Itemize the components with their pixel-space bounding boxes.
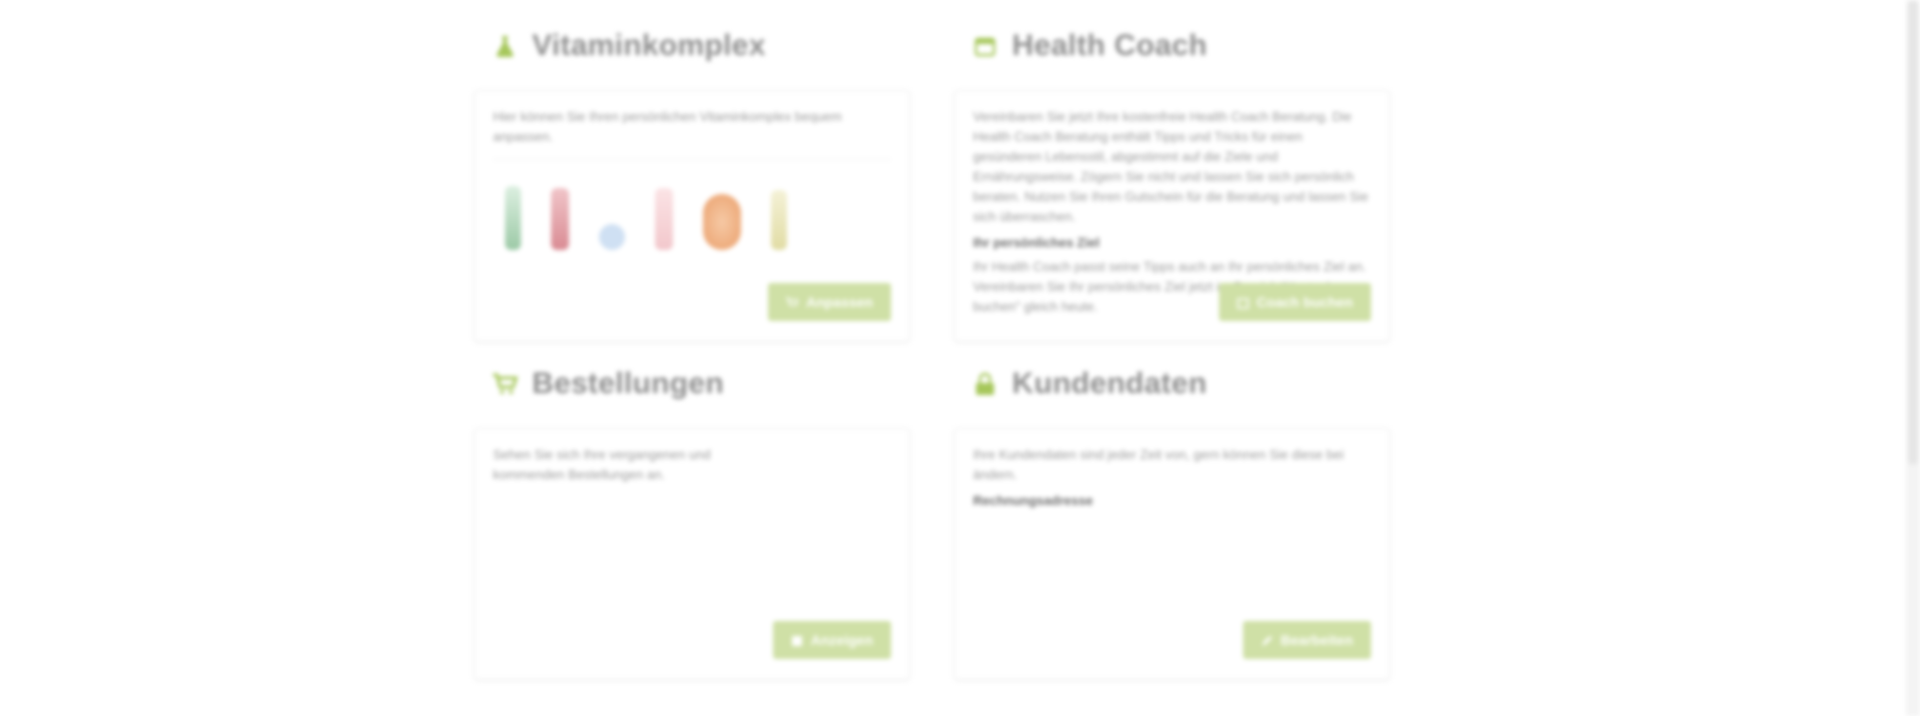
card: Hier können Sie Ihren persönlichen Vitam… — [474, 90, 910, 342]
button-label: Anpassen — [806, 294, 873, 310]
button-label: Coach buchen — [1256, 294, 1353, 310]
cart-icon — [786, 296, 800, 308]
scrollbar-thumb[interactable] — [1908, 0, 1918, 465]
page-content: Vitaminkomplex Hier können Sie Ihren per… — [0, 0, 1920, 716]
section-vitaminkomplex: Vitaminkomplex Hier können Sie Ihren per… — [474, 24, 910, 342]
coach-buchen-button[interactable]: Coach buchen — [1218, 283, 1371, 321]
card: Vereinbaren Sie jetzt Ihre kostenfreie H… — [954, 90, 1390, 342]
button-label: Bearbeiten — [1280, 632, 1353, 648]
product-capsules-blue — [599, 224, 625, 250]
card-description: Ihre Kundendaten sind jeder Zeit von, ge… — [973, 447, 1344, 482]
product-pill-orange — [703, 194, 741, 250]
card: Sehen Sie sich Ihre vergangenen und komm… — [474, 428, 910, 680]
product-bottle-yellow — [771, 190, 787, 250]
card: Ihre Kundendaten sind jeder Zeit von, ge… — [954, 428, 1390, 680]
section-header: Vitaminkomplex — [474, 24, 910, 68]
anzeigen-button[interactable]: Anzeigen — [772, 621, 891, 659]
section-header: Bestellungen — [474, 362, 910, 406]
calendar-icon — [972, 33, 998, 59]
section-title: Bestellungen — [532, 367, 724, 400]
calendar-small-icon — [1236, 296, 1249, 309]
flask-icon — [492, 33, 518, 59]
card-description: Hier können Sie Ihren persönlichen Vitam… — [493, 109, 842, 144]
section-header: Health Coach — [954, 24, 1390, 68]
pencil-icon — [1261, 634, 1273, 646]
lock-icon — [972, 371, 998, 397]
section-bestellungen: Bestellungen Sehen Sie sich Ihre vergang… — [474, 362, 910, 680]
card-description: Sehen Sie sich Ihre vergangenen und komm… — [493, 447, 711, 482]
section-kundendaten: Kundendaten Ihre Kundendaten sind jeder … — [954, 362, 1390, 680]
section-title: Kundendaten — [1012, 367, 1207, 400]
product-bottle-red — [551, 188, 569, 250]
card-description: Vereinbaren Sie jetzt Ihre kostenfreie H… — [973, 109, 1369, 224]
section-health-coach: Health Coach Vereinbaren Sie jetzt Ihre … — [954, 24, 1390, 342]
list-icon — [791, 634, 803, 646]
button-label: Anzeigen — [810, 632, 873, 648]
bearbeiten-button[interactable]: Bearbeiten — [1242, 621, 1371, 659]
card-subheading: Rechnungsadresse — [973, 493, 1093, 508]
section-title: Health Coach — [1012, 29, 1208, 62]
product-bottle-pink — [655, 188, 673, 250]
card-subheading: Ihr persönliches Ziel — [973, 235, 1100, 250]
product-images — [493, 170, 891, 250]
section-title: Vitaminkomplex — [532, 29, 766, 62]
section-header: Kundendaten — [954, 362, 1390, 406]
divider — [493, 159, 891, 160]
anpassen-button[interactable]: Anpassen — [768, 283, 891, 321]
cart-icon — [492, 371, 518, 397]
product-bottle-green — [505, 186, 521, 250]
scrollbar-track[interactable] — [1906, 0, 1920, 716]
